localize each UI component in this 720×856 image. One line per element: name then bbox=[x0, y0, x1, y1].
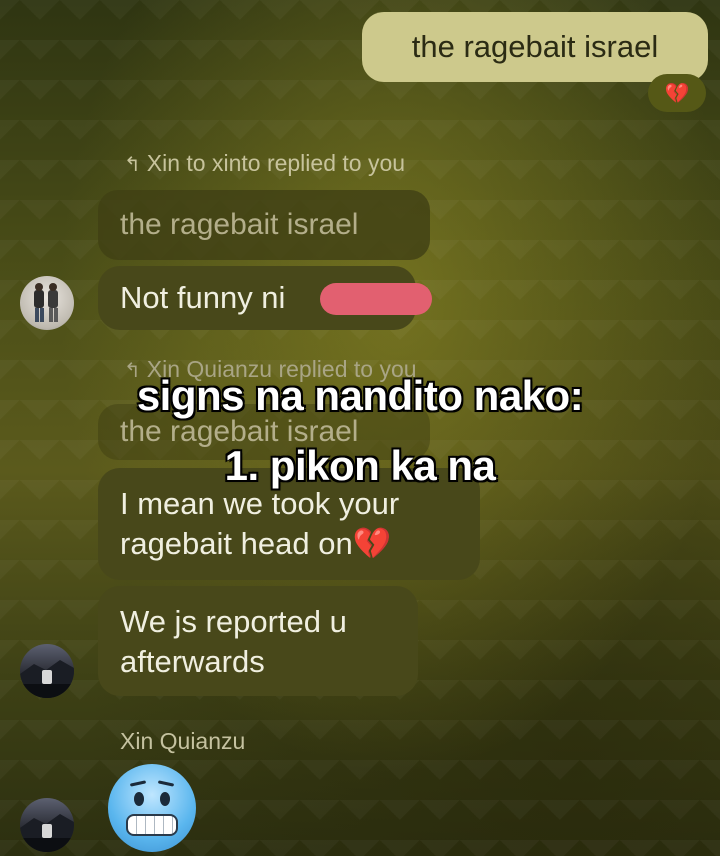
avatar[interactable] bbox=[20, 276, 74, 330]
reply-tag: ↰ Xin to xinto replied to you bbox=[124, 150, 405, 177]
incoming-message-line: We js reported u bbox=[120, 604, 347, 639]
incoming-message-line: ragebait head on💔 bbox=[120, 526, 392, 561]
broken-heart-icon: 💔 bbox=[664, 82, 690, 105]
overlay-caption-line: 1. pikon ka na bbox=[224, 442, 496, 489]
reply-arrow-icon: ↰ bbox=[124, 154, 141, 176]
avatar[interactable] bbox=[20, 798, 74, 852]
sender-name: Xin Quianzu bbox=[120, 728, 246, 754]
outgoing-message-bubble[interactable]: the ragebait israel bbox=[362, 12, 708, 82]
redaction-mark bbox=[320, 283, 432, 315]
brow-shape bbox=[157, 780, 175, 787]
group-photo-icon bbox=[34, 283, 58, 322]
reply-tag-text: Xin to xinto replied to you bbox=[146, 150, 406, 176]
brow-shape bbox=[129, 780, 147, 787]
quoted-message-text: the ragebait israel bbox=[120, 208, 359, 241]
teeth-shape bbox=[126, 814, 178, 836]
incoming-message-text: Not funny ni bbox=[120, 280, 286, 315]
broken-heart-reaction[interactable]: 💔 bbox=[648, 74, 706, 112]
avatar[interactable] bbox=[20, 644, 74, 698]
overlay-caption-line: signs na nandito nako: bbox=[136, 372, 584, 419]
landscape-photo-icon bbox=[20, 660, 74, 698]
eye-shape bbox=[160, 792, 170, 806]
incoming-message-bubble[interactable]: We js reported u afterwards bbox=[98, 586, 418, 696]
eye-shape bbox=[134, 792, 144, 806]
chat-thread: the ragebait israel 💔 ↰ Xin to xinto repl… bbox=[0, 0, 720, 856]
quoted-message[interactable]: the ragebait israel bbox=[98, 190, 430, 260]
outgoing-message-text: the ragebait israel bbox=[411, 29, 659, 64]
landscape-photo-icon bbox=[20, 814, 74, 852]
incoming-message-line: I mean we took your bbox=[120, 486, 400, 521]
incoming-message-line: afterwards bbox=[120, 644, 265, 679]
cold-face-emoji-icon[interactable] bbox=[108, 764, 196, 852]
